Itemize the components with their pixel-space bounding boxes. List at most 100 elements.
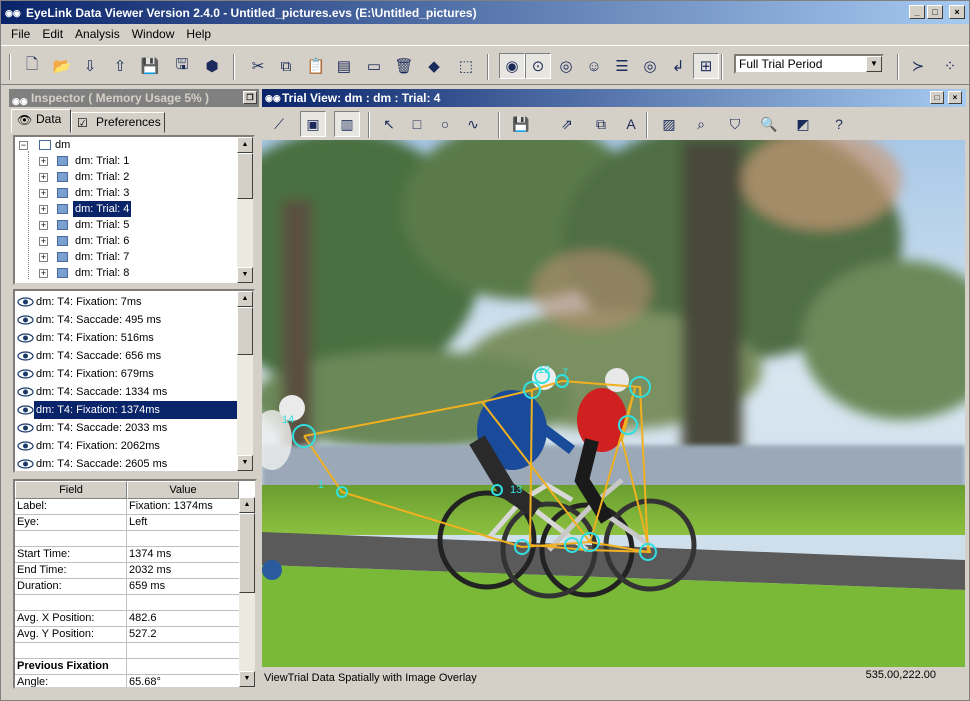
event-list-item[interactable]: dm: T4: Fixation: 516ms (15, 329, 253, 347)
trial-image-with-overlay[interactable]: 1 14 12 13 7 (262, 140, 965, 667)
delete-button[interactable]: 🗑 (391, 53, 417, 79)
export-button[interactable]: ⇧ (107, 53, 133, 79)
tree-scrollbar[interactable]: ▲ ▼ (237, 137, 253, 283)
menu-analysis[interactable]: Analysis (69, 27, 126, 41)
field-column-header[interactable]: Field (15, 481, 127, 499)
expand-icon[interactable]: + (39, 269, 48, 278)
menu-help[interactable]: Help (180, 27, 217, 41)
event-list-item[interactable]: dm: T4: Saccade: 656 ms (15, 347, 253, 365)
clipboard-button[interactable]: ▤ (331, 53, 357, 79)
tree-item-trial[interactable]: + dm: Trial: 3 (15, 185, 253, 201)
close-button[interactable]: × (948, 91, 962, 104)
event-list-item[interactable]: dm: T4: Fixation: 679ms (15, 365, 253, 383)
package-button[interactable]: ⬢ (199, 53, 225, 79)
image-export-button[interactable]: ⇗ (554, 111, 580, 137)
event-list-item[interactable]: dm: T4: Saccade: 1334 ms (15, 383, 253, 401)
scroll-thumb[interactable] (237, 153, 253, 199)
tree-item-trial[interactable]: + dm: Trial: 8 (15, 265, 253, 281)
event-list-item[interactable]: dm: T4: Saccade: 495 ms (15, 311, 253, 329)
tree-item-trial[interactable]: + dm: Trial: 2 (15, 169, 253, 185)
drive-button[interactable]: ▭ (361, 53, 387, 79)
cut-button[interactable]: ✂ (245, 53, 271, 79)
event-scrollbar[interactable]: ▲ ▼ (237, 291, 253, 471)
expand-icon[interactable]: + (39, 237, 48, 246)
film-button[interactable]: ▥ (334, 111, 360, 137)
save-button[interactable]: 💾 (137, 53, 163, 79)
image-button[interactable]: ▣ (300, 111, 326, 137)
minimize-button[interactable]: _ (909, 5, 925, 19)
tree-item-trial[interactable]: + dm: Trial: 6 (15, 233, 253, 249)
tree-item-trial[interactable]: + dm: Trial: 7 (15, 249, 253, 265)
import-button[interactable]: ⇩ (77, 53, 103, 79)
expand-icon[interactable]: + (39, 253, 48, 262)
pointer-button[interactable]: ↖ (376, 111, 402, 137)
expand-icon[interactable]: + (39, 189, 48, 198)
menu-edit[interactable]: Edit (36, 27, 69, 41)
line-chart-button[interactable]: ⟋ (266, 111, 292, 137)
target-button[interactable]: ◎ (637, 53, 663, 79)
scroll-thumb[interactable] (237, 307, 253, 355)
save-button[interactable]: 💾 (508, 111, 534, 137)
scroll-up-icon[interactable]: ▲ (237, 291, 253, 307)
event-list-item[interactable]: dm: T4: Fixation: 2062ms (15, 437, 253, 455)
expand-icon[interactable]: + (39, 157, 48, 166)
select-region-button[interactable]: ⬚ (453, 53, 479, 79)
property-row[interactable]: Label: Fixation: 1374ms (15, 499, 239, 515)
scroll-thumb[interactable] (239, 513, 255, 593)
tree-item-trial[interactable]: + dm: Trial: 1 (15, 153, 253, 169)
property-scrollbar[interactable]: ▲ ▼ (239, 497, 255, 687)
tree-item-trial[interactable]: + dm: Trial: 4 (15, 201, 253, 217)
grid-button[interactable]: ⊞ (693, 53, 719, 79)
restore-button[interactable]: ❐ (243, 91, 257, 104)
terminal-button[interactable]: ≻ (905, 53, 931, 79)
freehand-button[interactable]: ∿ (460, 111, 486, 137)
property-row[interactable]: Avg. Y Position: 527.2 (15, 627, 239, 643)
save-all-button[interactable]: 🖫 (169, 53, 195, 79)
value-column-header[interactable]: Value (127, 481, 239, 499)
copy-button[interactable]: ⧉ (273, 53, 299, 79)
new-document-button[interactable]: 🗋 (19, 53, 45, 79)
scroll-up-icon[interactable]: ▲ (239, 497, 255, 513)
shield-button[interactable]: ⛉ (722, 111, 748, 137)
close-button[interactable]: × (949, 5, 965, 19)
expand-icon[interactable]: + (39, 221, 48, 230)
event-list-item[interactable]: dm: T4: Fixation: 7ms (15, 293, 253, 311)
property-row[interactable]: Duration: 659 ms (15, 579, 239, 595)
chevron-down-icon[interactable]: ▼ (866, 56, 882, 72)
property-row[interactable]: Angle: 65.68° (15, 675, 239, 687)
scatter-button[interactable]: ⁘ (937, 53, 963, 79)
scroll-down-icon[interactable]: ▼ (239, 671, 255, 687)
eye-path-button[interactable]: ⊙ (525, 53, 551, 79)
period-select[interactable]: Full Trial Period ▼ (734, 54, 884, 74)
input-button[interactable]: ↲ (665, 53, 691, 79)
report-button[interactable]: ☰ (609, 53, 635, 79)
property-row[interactable]: Start Time: 1374 ms (15, 547, 239, 563)
copy-image-button[interactable]: ⧉ (588, 111, 614, 137)
ellipse-button[interactable]: ○ (432, 111, 458, 137)
menu-window[interactable]: Window (126, 27, 181, 41)
event-list-item[interactable]: dm: T4: Saccade: 2033 ms (15, 419, 253, 437)
trial-view-title-bar[interactable]: ◉◉ Trial View: dm : dm : Trial: 4 □ × (262, 89, 966, 107)
tree-item-trial[interactable]: + dm: Trial: 5 (15, 217, 253, 233)
menu-file[interactable]: File (5, 27, 36, 41)
text-button[interactable]: A (618, 111, 644, 137)
rectangle-button[interactable]: □ (404, 111, 430, 137)
picture-button[interactable]: ▨ (656, 111, 682, 137)
expand-icon[interactable]: + (39, 205, 48, 214)
search-button[interactable]: 🔍 (756, 111, 782, 137)
expand-icon[interactable]: + (39, 173, 48, 182)
property-row[interactable]: End Time: 2032 ms (15, 563, 239, 579)
maximize-button[interactable]: □ (927, 5, 943, 19)
eye-person-button[interactable]: ☺ (581, 53, 607, 79)
tree-root[interactable]: − dm (15, 137, 253, 153)
event-list-item[interactable]: dm: T4: Saccade: 2605 ms (15, 455, 253, 471)
scroll-down-icon[interactable]: ▼ (237, 267, 253, 283)
maximize-button[interactable]: □ (930, 91, 944, 104)
property-row[interactable] (15, 531, 239, 547)
event-list-item[interactable]: dm: T4: Fixation: 1374ms (15, 401, 253, 419)
help-button[interactable]: ? (826, 111, 852, 137)
property-row[interactable] (15, 643, 239, 659)
zoom-region-button[interactable]: ⌕ (688, 111, 714, 137)
paste-button[interactable]: 📋 (303, 53, 329, 79)
tab-preferences[interactable]: ☑ Preferences (71, 112, 165, 133)
